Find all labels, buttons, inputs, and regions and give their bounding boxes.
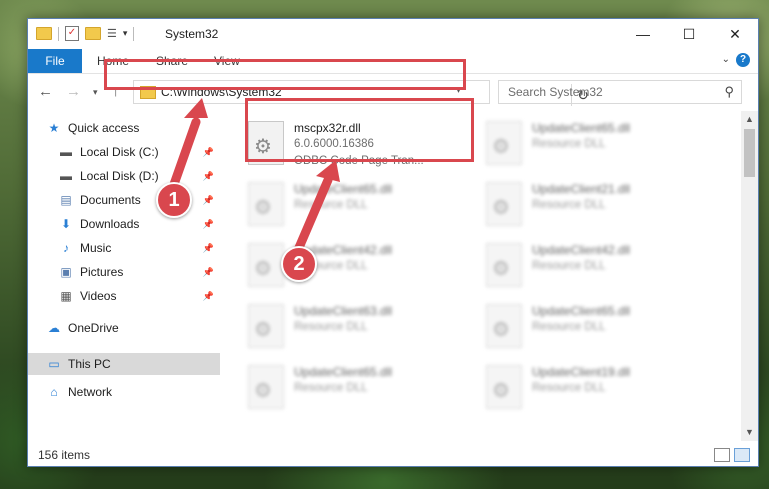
arrow-2 — [293, 175, 333, 255]
step-2-badge: 2 — [281, 246, 317, 282]
arrow-1-head — [184, 98, 208, 118]
annotation-arrows — [167, 98, 340, 255]
step-1-badge: 1 — [156, 182, 192, 218]
arrow-2-head — [316, 160, 340, 182]
arrow-1 — [167, 117, 201, 195]
